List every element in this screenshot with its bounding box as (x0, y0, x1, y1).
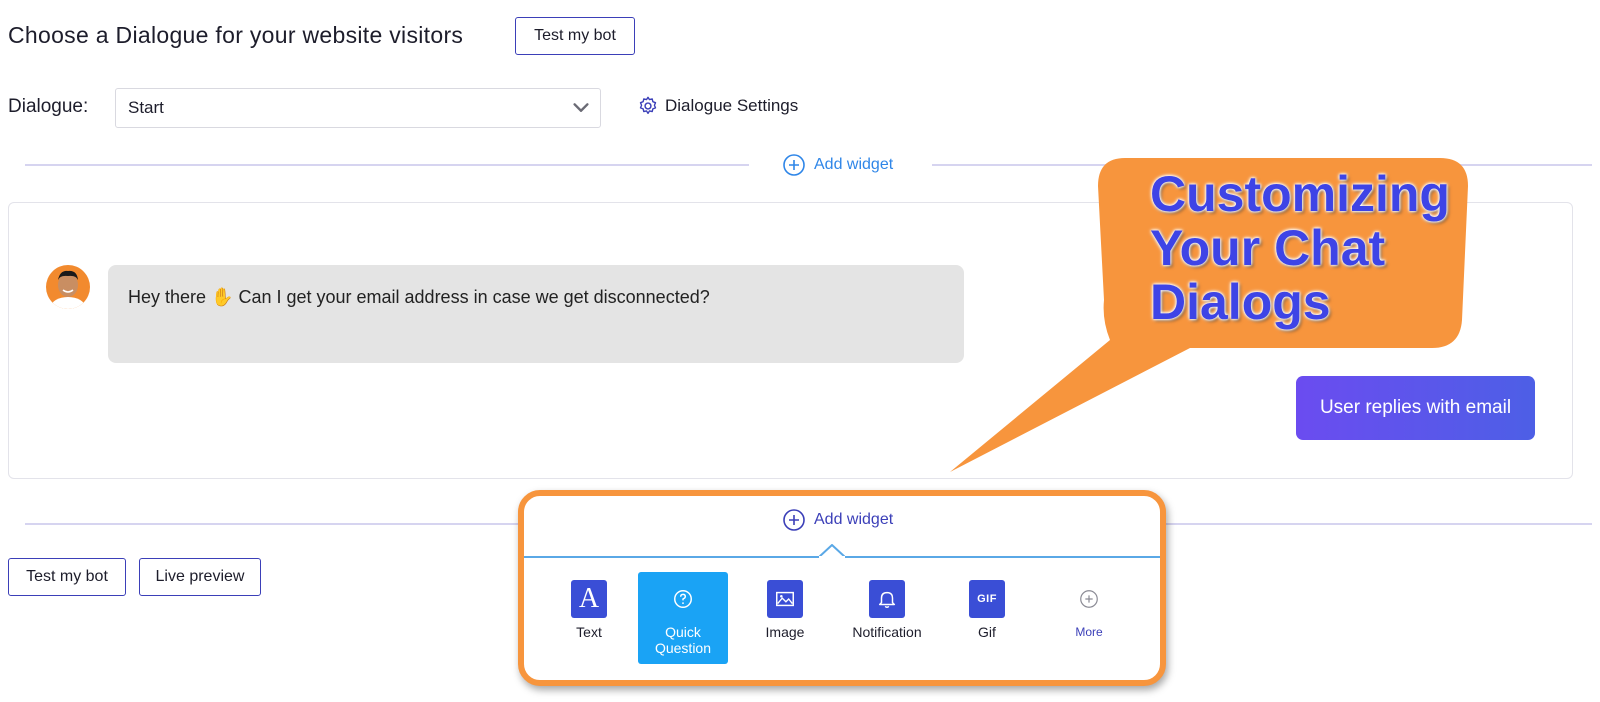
add-widget-bottom-button[interactable]: Add widget (776, 508, 900, 532)
widget-text[interactable]: A Text (544, 572, 634, 664)
image-icon (767, 580, 803, 618)
widget-label: More (1075, 625, 1103, 639)
add-widget-top-label: Add widget (814, 156, 894, 173)
widget-more[interactable]: More (1044, 572, 1134, 664)
user-reply-bubble[interactable]: User replies with email (1296, 376, 1535, 440)
gif-icon: GIF (969, 580, 1005, 618)
widget-quick-question[interactable]: Quick Question (638, 572, 728, 664)
widget-label: Quick Question (654, 624, 712, 656)
test-my-bot-bottom-button[interactable]: Test my bot (8, 558, 126, 596)
page-title: Choose a Dialogue for your website visit… (8, 22, 464, 48)
divider-bottom-right (1160, 523, 1592, 525)
divider-top-right (932, 164, 1592, 166)
plus-circle-icon (783, 154, 805, 176)
avatar-icon (46, 265, 90, 309)
text-a-icon: A (571, 580, 607, 618)
add-widget-bottom-label: Add widget (814, 511, 894, 528)
dialogue-label: Dialogue: (8, 96, 89, 117)
plus-circle-icon (783, 509, 805, 531)
gear-icon (639, 96, 657, 115)
dialogue-settings-label: Dialogue Settings (665, 96, 799, 115)
add-widget-top-button[interactable]: Add widget (774, 153, 902, 177)
bell-icon (869, 580, 905, 618)
dialogue-settings-link[interactable]: Dialogue Settings (637, 95, 798, 117)
plus-circle-icon (1071, 580, 1107, 618)
dialogue-select[interactable]: Start (115, 88, 601, 128)
live-preview-button[interactable]: Live preview (139, 558, 261, 596)
question-circle-icon (665, 580, 701, 618)
test-my-bot-button[interactable]: Test my bot (515, 17, 635, 55)
widget-notification[interactable]: Notification (832, 572, 942, 664)
widget-label: Image (765, 624, 805, 640)
widget-label: Text (576, 624, 602, 640)
widget-picker-panel: Add widget A Text Quick Question Image N… (518, 490, 1166, 686)
widget-gif[interactable]: GIF Gif (942, 572, 1032, 664)
divider-bottom-left (25, 523, 525, 525)
dialogue-selected-value: Start (128, 98, 164, 117)
chevron-down-icon (573, 103, 589, 112)
widget-label: Notification (852, 624, 922, 640)
bot-message-bubble[interactable]: Hey there ✋ Can I get your email address… (108, 265, 964, 363)
bot-avatar (46, 265, 90, 309)
panel-notch (819, 544, 845, 558)
widget-label: Gif (978, 624, 996, 640)
divider-top-left (25, 164, 749, 166)
widget-image[interactable]: Image (740, 572, 830, 664)
